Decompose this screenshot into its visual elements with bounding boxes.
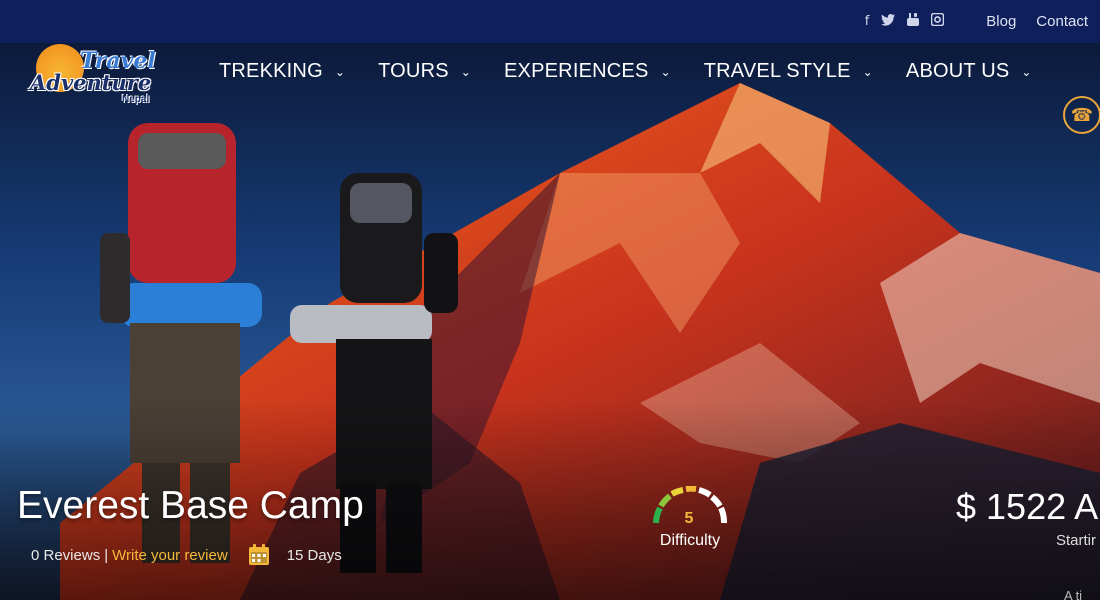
meta-separator: | [104, 546, 109, 564]
difficulty-value: 5 [684, 510, 694, 527]
review-count[interactable]: 0 Reviews [31, 547, 100, 564]
write-review-link[interactable]: Write your review [112, 547, 228, 564]
logo-line-2: Adventure [30, 70, 152, 95]
difficulty-gauge: 5 Difficulty [650, 485, 730, 556]
calendar-icon [248, 544, 269, 565]
blog-link[interactable]: Blog [986, 13, 1016, 30]
logo-line-3: Nepal [122, 94, 150, 105]
difficulty-label: Difficulty [659, 532, 721, 549]
twitter-icon[interactable] [881, 13, 896, 30]
instagram-icon[interactable] [930, 12, 945, 30]
nav-item-trekking[interactable]: TREKKING ⌄ [219, 60, 345, 83]
chevron-down-icon: ⌄ [460, 64, 472, 79]
price-caption: Startir [1056, 532, 1097, 549]
contact-link[interactable]: Contact [1036, 13, 1088, 30]
chevron-down-icon: ⌄ [1021, 64, 1032, 79]
nav-item-travel-style[interactable]: TRAVEL STYLE ⌄ [704, 60, 873, 83]
nav-label: ABOUT US [905, 60, 1010, 82]
chevron-down-icon: ⌄ [862, 64, 873, 79]
facebook-icon[interactable]: f [865, 14, 870, 29]
phone-icon[interactable]: ☎ [1063, 96, 1100, 134]
trip-meta: 0 Reviews | Write your review 15 Days [31, 544, 342, 566]
trip-duration: 15 Days [286, 546, 342, 564]
price-note: A ti [1064, 588, 1083, 600]
brand-logo[interactable]: Travel Adventure Nepal [28, 42, 163, 110]
social-links: f [865, 12, 945, 30]
youtube-icon[interactable] [907, 13, 920, 30]
main-nav: TREKKING ⌄ TOURS ⌄ EXPERIENCES ⌄ TRAVEL … [219, 60, 1065, 83]
trip-price: $ 1522 A [956, 486, 1099, 527]
nav-label: EXPERIENCES [504, 60, 649, 82]
nav-item-about-us[interactable]: ABOUT US ⌄ [906, 60, 1032, 83]
trip-title: Everest Base Camp [17, 484, 364, 527]
top-bar: f Blog Contact [0, 0, 1100, 43]
chevron-down-icon: ⌄ [334, 64, 346, 79]
nav-item-tours[interactable]: TOURS ⌄ [378, 60, 471, 83]
nav-label: TRAVEL STYLE [703, 60, 851, 82]
chevron-down-icon: ⌄ [660, 64, 671, 79]
nav-label: TREKKING [219, 60, 323, 82]
nav-label: TOURS [378, 60, 449, 82]
nav-item-experiences[interactable]: EXPERIENCES ⌄ [504, 60, 671, 83]
